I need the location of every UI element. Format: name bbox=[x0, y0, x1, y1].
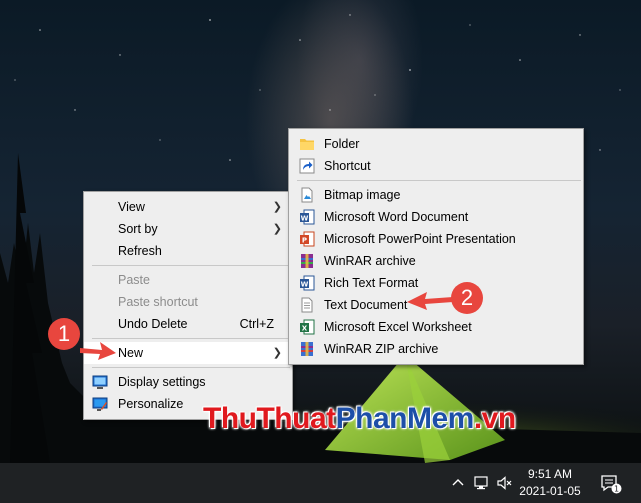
svg-text:W: W bbox=[301, 281, 309, 289]
menu-item-label: Microsoft Excel Worksheet bbox=[324, 320, 472, 334]
chevron-right-icon: ❯ bbox=[272, 223, 282, 235]
menu-item-label: Paste bbox=[118, 273, 150, 287]
new-item-shortcut[interactable]: Shortcut bbox=[289, 155, 583, 177]
menu-item-undo-delete[interactable]: Undo Delete Ctrl+Z bbox=[84, 313, 292, 335]
menu-item-label: Shortcut bbox=[324, 159, 371, 173]
chevron-up-icon[interactable] bbox=[450, 475, 466, 491]
taskbar-clock[interactable]: 9:51 AM 2021-01-05 bbox=[518, 466, 582, 500]
menu-item-label: WinRAR ZIP archive bbox=[324, 342, 439, 356]
winrar-icon bbox=[301, 254, 313, 268]
menu-item-label: View bbox=[118, 200, 145, 214]
clock-date: 2021-01-05 bbox=[519, 484, 581, 498]
bitmap-icon bbox=[301, 187, 313, 203]
new-item-excel-worksheet[interactable]: X Microsoft Excel Worksheet bbox=[289, 316, 583, 338]
volume-muted-icon[interactable] bbox=[496, 475, 512, 491]
menu-item-label: Sort by bbox=[118, 222, 158, 236]
menu-separator bbox=[92, 265, 290, 266]
menu-item-label: Microsoft PowerPoint Presentation bbox=[324, 232, 516, 246]
menu-item-label: Text Document bbox=[324, 298, 408, 312]
shortcut-icon bbox=[299, 158, 315, 174]
menu-item-label: WinRAR archive bbox=[324, 254, 416, 268]
step-2-arrow-icon bbox=[407, 292, 453, 310]
new-item-winrar-archive[interactable]: WinRAR archive bbox=[289, 250, 583, 272]
step-1-badge: 1 bbox=[48, 318, 80, 350]
menu-item-label: New bbox=[118, 346, 144, 360]
new-item-folder[interactable]: Folder bbox=[289, 133, 583, 155]
menu-item-view[interactable]: View ❯ bbox=[84, 196, 292, 218]
step-1-arrow-icon bbox=[80, 342, 116, 360]
new-item-word-document[interactable]: W Microsoft Word Document bbox=[289, 206, 583, 228]
notification-count: 1 bbox=[614, 485, 619, 494]
new-item-powerpoint-presentation[interactable]: P Microsoft PowerPoint Presentation bbox=[289, 228, 583, 250]
new-item-bitmap[interactable]: Bitmap image bbox=[289, 184, 583, 206]
svg-text:X: X bbox=[302, 325, 308, 333]
menu-item-label: Display settings bbox=[118, 375, 206, 389]
new-item-winrar-zip-archive[interactable]: WinRAR ZIP archive bbox=[289, 338, 583, 360]
svg-text:W: W bbox=[301, 215, 309, 223]
menu-item-label: Undo Delete bbox=[118, 317, 188, 331]
chevron-right-icon: ❯ bbox=[272, 201, 282, 213]
rtf-icon: W bbox=[300, 275, 315, 291]
watermark-logo: ThuThuatPhanMem.vn bbox=[203, 402, 516, 435]
winrar-zip-icon bbox=[301, 342, 313, 356]
menu-item-label: Refresh bbox=[118, 244, 162, 258]
word-icon: W bbox=[300, 209, 315, 225]
menu-item-shortcut: Ctrl+Z bbox=[239, 317, 274, 331]
menu-separator bbox=[92, 338, 290, 339]
menu-item-label: Paste shortcut bbox=[118, 295, 198, 309]
new-submenu: Folder Shortcut Bitmap image W Microsoft… bbox=[288, 128, 584, 365]
menu-separator bbox=[92, 367, 290, 368]
display-settings-icon bbox=[92, 375, 108, 389]
menu-item-label: Microsoft Word Document bbox=[324, 210, 469, 224]
svg-text:P: P bbox=[302, 237, 307, 245]
clock-time: 9:51 AM bbox=[527, 467, 573, 481]
desktop-context-menu: View ❯ Sort by ❯ Refresh Paste Paste sho… bbox=[83, 191, 293, 420]
menu-item-display-settings[interactable]: Display settings bbox=[84, 371, 292, 393]
menu-item-paste-shortcut: Paste shortcut bbox=[84, 291, 292, 313]
taskbar[interactable]: 9:51 AM 2021-01-05 1 bbox=[0, 463, 641, 503]
text-document-icon bbox=[301, 297, 313, 313]
menu-item-label: Bitmap image bbox=[324, 188, 401, 202]
menu-item-label: Personalize bbox=[118, 397, 184, 411]
menu-separator bbox=[297, 180, 581, 181]
chevron-right-icon: ❯ bbox=[272, 347, 282, 359]
network-icon[interactable] bbox=[473, 475, 489, 491]
excel-icon: X bbox=[300, 319, 315, 335]
menu-item-refresh[interactable]: Refresh bbox=[84, 240, 292, 262]
menu-item-label: Rich Text Format bbox=[324, 276, 419, 290]
notification-icon[interactable]: 1 bbox=[600, 474, 622, 494]
step-2-badge: 2 bbox=[451, 282, 483, 314]
menu-item-label: Folder bbox=[324, 137, 360, 151]
powerpoint-icon: P bbox=[300, 231, 315, 247]
folder-icon bbox=[300, 139, 314, 150]
menu-item-sort-by[interactable]: Sort by ❯ bbox=[84, 218, 292, 240]
personalize-icon bbox=[92, 397, 108, 411]
menu-item-paste: Paste bbox=[84, 269, 292, 291]
